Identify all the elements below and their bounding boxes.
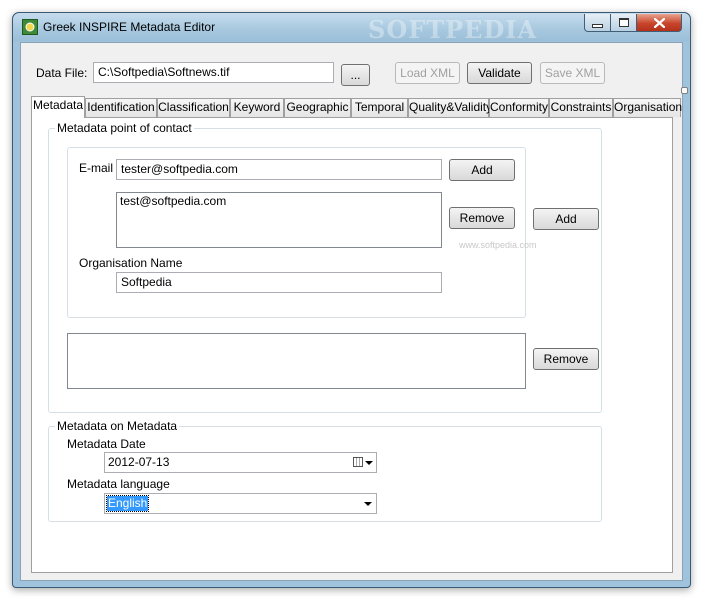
contact-list[interactable] [67, 333, 526, 389]
load-xml-button[interactable]: Load XML [395, 62, 460, 84]
close-button[interactable] [637, 14, 682, 32]
tab-quality-validity[interactable]: Quality&Validity [408, 98, 492, 117]
app-window: Greek INSPIRE Metadata Editor SOFTPEDIA … [12, 12, 691, 588]
email-add-button[interactable]: Add [449, 159, 515, 181]
tab-keyword[interactable]: Keyword [230, 98, 284, 117]
list-item[interactable]: test@softpedia.com [120, 194, 438, 208]
minimize-icon [592, 23, 603, 28]
tab-organisation[interactable]: Organisation [613, 98, 682, 117]
contact-group: Metadata point of contact E-mail tester@… [48, 121, 602, 413]
client-area: Data File: C:\Softpedia\Softnews.tif ...… [20, 42, 688, 581]
tab-identification[interactable]: Identification [85, 98, 157, 117]
email-list[interactable]: test@softpedia.com [116, 192, 442, 248]
tab-constraints[interactable]: Constraints [549, 98, 613, 117]
browse-button[interactable]: ... [341, 64, 370, 86]
watermark-url: www.softpedia.com [459, 240, 537, 250]
calendar-icon[interactable] [353, 457, 363, 467]
tab-temporal[interactable]: Temporal [351, 98, 408, 117]
maximize-icon [618, 18, 629, 27]
save-xml-button[interactable]: Save XML [540, 62, 605, 84]
metadata-date-value: 2012-07-13 [108, 455, 170, 469]
maximize-button[interactable] [611, 14, 637, 32]
watermark: SOFTPEDIA [368, 15, 538, 44]
org-name-input[interactable]: Softpedia [116, 272, 442, 293]
contact-remove-button[interactable]: Remove [533, 348, 599, 370]
metadata-language-select[interactable]: English [104, 493, 377, 514]
tab-conformity[interactable]: Conformity [489, 98, 549, 117]
org-name-label: Organisation Name [79, 256, 183, 270]
contact-entry-box: E-mail tester@softpedia.com Add test@sof… [67, 147, 526, 318]
metadata-on-metadata-group: Metadata on Metadata Metadata Date 2012-… [48, 419, 602, 522]
metadata-language-label: Metadata language [67, 477, 170, 491]
window-title: Greek INSPIRE Metadata Editor [43, 20, 216, 34]
metadata-tab-panel: Metadata point of contact E-mail tester@… [31, 117, 673, 573]
email-input[interactable]: tester@softpedia.com [116, 159, 442, 180]
metadata-date-picker[interactable]: 2012-07-13 [104, 452, 377, 473]
title-bar[interactable]: Greek INSPIRE Metadata Editor SOFTPEDIA [13, 13, 690, 44]
metadata-group-title: Metadata on Metadata [55, 419, 180, 433]
contact-group-title: Metadata point of contact [55, 121, 194, 135]
contact-add-button[interactable]: Add [533, 208, 599, 230]
data-file-input[interactable]: C:\Softpedia\Softnews.tif [93, 62, 334, 83]
tab-geographic[interactable]: Geographic [284, 98, 351, 117]
metadata-language-value: English [105, 495, 150, 512]
chevron-down-icon[interactable] [364, 502, 372, 506]
tab-classification[interactable]: Classification [157, 98, 230, 117]
email-label: E-mail [79, 161, 114, 175]
corner-grip [681, 87, 688, 94]
email-remove-button[interactable]: Remove [449, 207, 515, 229]
data-file-label: Data File: [36, 66, 88, 80]
minimize-button[interactable] [584, 14, 611, 32]
chevron-down-icon[interactable] [365, 461, 373, 465]
tab-metadata[interactable]: Metadata [31, 96, 85, 118]
validate-button[interactable]: Validate [467, 62, 532, 84]
app-icon [22, 19, 38, 35]
close-icon [653, 17, 665, 28]
metadata-date-label: Metadata Date [67, 437, 146, 451]
